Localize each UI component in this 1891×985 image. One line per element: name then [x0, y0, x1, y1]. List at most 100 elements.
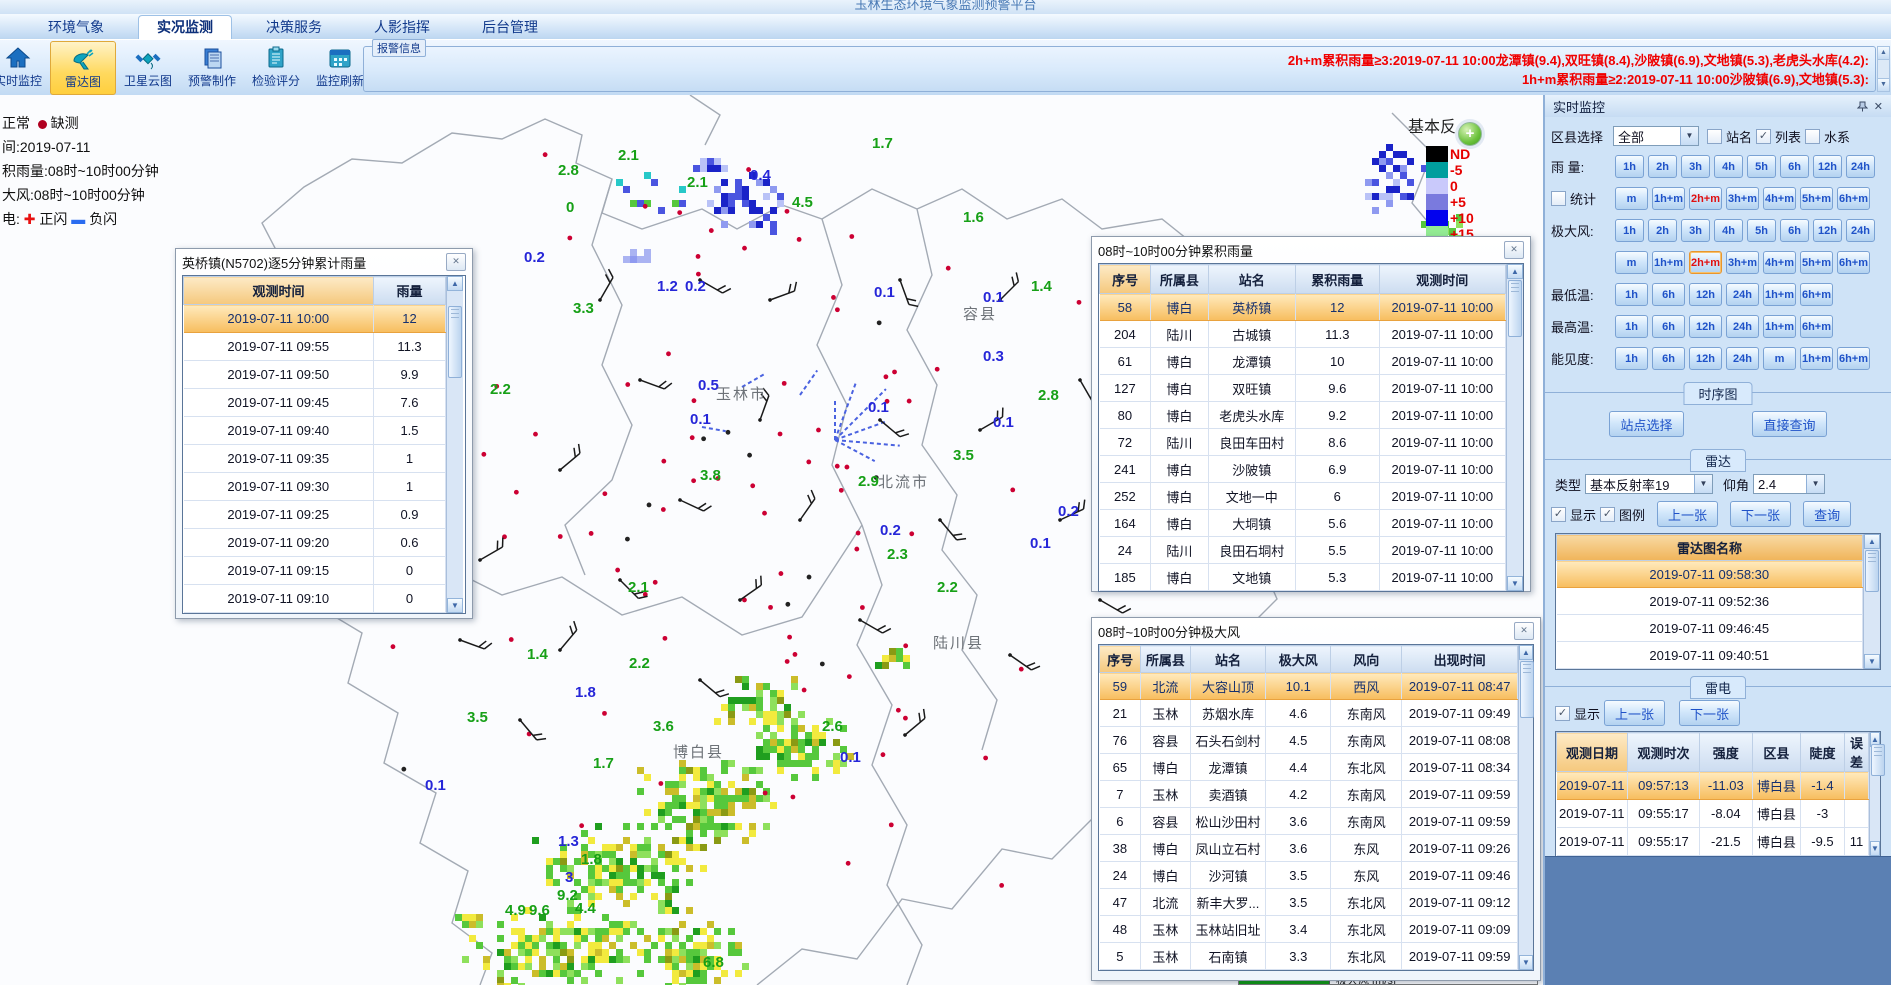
period-button-24h[interactable]: 24h	[1846, 155, 1875, 178]
table-row[interactable]: 7玉林卖酒镇4.2东南风2019-07-11 09:59	[1100, 781, 1518, 808]
table-row[interactable]: 2019-07-11 09:5511.3	[184, 333, 446, 361]
prev-image-button[interactable]: 上一张	[1657, 501, 1718, 527]
period-button-3h+m[interactable]: 3h+m	[1726, 251, 1759, 274]
toolbar-button-satellite-cloud[interactable]: 卫星云图	[116, 41, 180, 93]
period-button-6h[interactable]: 6h	[1652, 315, 1685, 338]
table-row[interactable]: 21玉林苏烟水库4.6东南风2019-07-11 09:49	[1100, 700, 1518, 727]
stat-checkbox[interactable]	[1551, 191, 1566, 206]
column-header[interactable]: 站名	[1208, 265, 1295, 294]
table-row[interactable]: 2019-07-11 09:100	[184, 585, 446, 613]
period-button-5h+m[interactable]: 5h+m	[1800, 187, 1833, 210]
toolbar-button-realtime-monitor[interactable]: 实时监控	[0, 41, 50, 93]
table-row[interactable]: 2019-07-1109:55:17-8.04博白县-3	[1557, 800, 1869, 828]
rain-acc-scrollbar[interactable]: ▲▼	[1506, 264, 1523, 591]
scroll-down-icon[interactable]: ▼	[1878, 78, 1889, 91]
period-button-24h[interactable]: 24h	[1726, 283, 1759, 306]
pin-icon[interactable]	[1857, 101, 1868, 112]
close-icon[interactable]: ✕	[1874, 100, 1883, 113]
radar-list-scrollbar[interactable]: ▲▼	[1863, 534, 1880, 669]
direct-query-button[interactable]: 直接查询	[1752, 411, 1826, 437]
period-button-6h+m[interactable]: 6h+m	[1837, 251, 1870, 274]
station-select-button[interactable]: 站点选择	[1609, 411, 1683, 437]
period-button-m[interactable]: m	[1615, 251, 1648, 274]
table-row[interactable]: 2019-07-11 09:52:36	[1557, 588, 1863, 615]
column-header[interactable]: 雷达图名称	[1557, 535, 1863, 561]
column-header[interactable]: 累积雨量	[1296, 265, 1380, 294]
period-button-6h[interactable]: 6h	[1652, 347, 1685, 370]
table-row[interactable]: 2019-07-11 09:58:30	[1557, 561, 1863, 588]
period-button-12h[interactable]: 12h	[1813, 219, 1842, 242]
radar-type-select[interactable]: 基本反射率19 ▼	[1585, 474, 1713, 494]
column-header[interactable]: 强度	[1699, 733, 1752, 772]
table-row[interactable]: 185博白文地镇5.32019-07-11 10:00	[1100, 564, 1506, 591]
table-row[interactable]: 2019-07-1109:55:17-21.5博白县-9.511	[1557, 828, 1869, 856]
table-row[interactable]: 2019-07-11 10:0012	[184, 305, 446, 333]
scroll-down-icon[interactable]: ▼	[1519, 955, 1533, 970]
panel-titlebar[interactable]: 英桥镇(N5702)逐5分钟累计雨量 ✕	[176, 249, 472, 275]
table-row[interactable]: 59北流大容山顶10.1西风2019-07-11 08:47	[1100, 673, 1518, 700]
toolbar-button-verify-score[interactable]: 检验评分	[244, 41, 308, 93]
period-button-1h+m[interactable]: 1h+m	[1652, 187, 1685, 210]
table-row[interactable]: 58博白英桥镇122019-07-11 10:00	[1100, 294, 1506, 321]
column-header[interactable]: 观测日期	[1557, 733, 1628, 772]
table-row[interactable]: 204陆川古城镇11.32019-07-11 10:00	[1100, 321, 1506, 348]
table-row[interactable]: 38博白凤山立石村3.6东风2019-07-11 09:26	[1100, 835, 1518, 862]
column-header[interactable]: 出现时间	[1402, 646, 1518, 673]
query-button[interactable]: 查询	[1803, 501, 1851, 527]
scroll-down-icon[interactable]: ▼	[447, 598, 463, 613]
table-row[interactable]: 65博白龙潭镇4.4东北风2019-07-11 08:34	[1100, 754, 1518, 781]
period-button-6h[interactable]: 6h	[1652, 283, 1685, 306]
period-button-1h[interactable]: 1h	[1615, 347, 1648, 370]
period-button-12h[interactable]: 12h	[1813, 155, 1842, 178]
period-button-4h+m[interactable]: 4h+m	[1763, 187, 1796, 210]
period-button-m[interactable]: m	[1615, 187, 1648, 210]
table-row[interactable]: 2019-07-11 09:457.6	[184, 389, 446, 417]
period-button-6h+m[interactable]: 6h+m	[1837, 187, 1870, 210]
period-button-6h+m[interactable]: 6h+m	[1800, 315, 1833, 338]
toolbar-button-radar-image[interactable]: 雷达图	[50, 41, 116, 95]
column-header[interactable]: 所属县	[1141, 646, 1190, 673]
period-button-24h[interactable]: 24h	[1726, 347, 1759, 370]
table-row[interactable]: 48玉林玉林站旧址3.4东北风2019-07-11 09:09	[1100, 916, 1518, 943]
chevron-down-icon[interactable]: ▼	[1694, 475, 1712, 493]
table-row[interactable]: 164博白大垌镇5.62019-07-11 10:00	[1100, 510, 1506, 537]
county-select[interactable]: 全部 ▼	[1613, 126, 1699, 146]
period-button-2h+m[interactable]: 2h+m	[1689, 187, 1722, 210]
scroll-up-icon[interactable]: ▲	[447, 276, 463, 291]
show-checkbox[interactable]: ✓	[1555, 706, 1570, 721]
table-row[interactable]: 24陆川良田石垌村5.52019-07-11 10:00	[1100, 537, 1506, 564]
chevron-down-icon[interactable]: ▼	[1680, 127, 1698, 145]
scroll-thumb[interactable]	[1508, 280, 1522, 337]
period-button-1h[interactable]: 1h	[1615, 315, 1648, 338]
menu-tab-live[interactable]: 实况监测	[138, 15, 232, 39]
next-button[interactable]: 下一张	[1679, 700, 1740, 726]
legend-checkbox[interactable]: ✓	[1600, 507, 1615, 522]
period-button-5h[interactable]: 5h	[1747, 155, 1776, 178]
menu-tab-admin[interactable]: 后台管理	[464, 16, 556, 39]
table-row[interactable]: 76容县石头石剑村4.5东南风2019-07-11 08:08	[1100, 727, 1518, 754]
period-button-4h[interactable]: 4h	[1714, 155, 1743, 178]
column-header[interactable]: 区县	[1752, 733, 1800, 772]
table-row[interactable]: 61博白龙潭镇102019-07-11 10:00	[1100, 348, 1506, 375]
alarm-scrollbar[interactable]: ▲ ▼	[1877, 46, 1890, 92]
period-button-1h+m[interactable]: 1h+m	[1652, 251, 1685, 274]
column-header[interactable]: 站名	[1190, 646, 1266, 673]
scroll-thumb[interactable]	[1871, 744, 1885, 776]
period-button-m[interactable]: m	[1763, 347, 1796, 370]
scroll-down-icon[interactable]: ▼	[1870, 841, 1880, 856]
rain5min-scrollbar[interactable]: ▲▼	[446, 276, 463, 613]
period-button-3h[interactable]: 3h	[1681, 155, 1710, 178]
max-wind-scrollbar[interactable]: ▲▼	[1518, 645, 1533, 970]
column-header[interactable]: 雨量	[374, 277, 446, 305]
panel-titlebar[interactable]: 08时~10时00分钟极大风 ✕	[1092, 618, 1540, 644]
period-button-24h[interactable]: 24h	[1726, 315, 1759, 338]
table-row[interactable]: 2019-07-11 09:200.6	[184, 529, 446, 557]
table-row[interactable]: 5玉林石南镇3.3东北风2019-07-11 09:59	[1100, 943, 1518, 970]
table-row[interactable]: 2019-07-11 09:401.5	[184, 417, 446, 445]
column-header[interactable]: 风向	[1331, 646, 1402, 673]
column-header[interactable]: 观测时次	[1628, 733, 1700, 772]
map-canvas[interactable]: 1.72.82.14.51.600.21.20.21.43.30.10.10.3…	[0, 95, 1543, 985]
chevron-down-icon[interactable]: ▼	[1806, 475, 1824, 493]
menu-tab-rainmaking[interactable]: 人影指挥	[356, 16, 448, 39]
period-button-3h+m[interactable]: 3h+m	[1726, 187, 1759, 210]
